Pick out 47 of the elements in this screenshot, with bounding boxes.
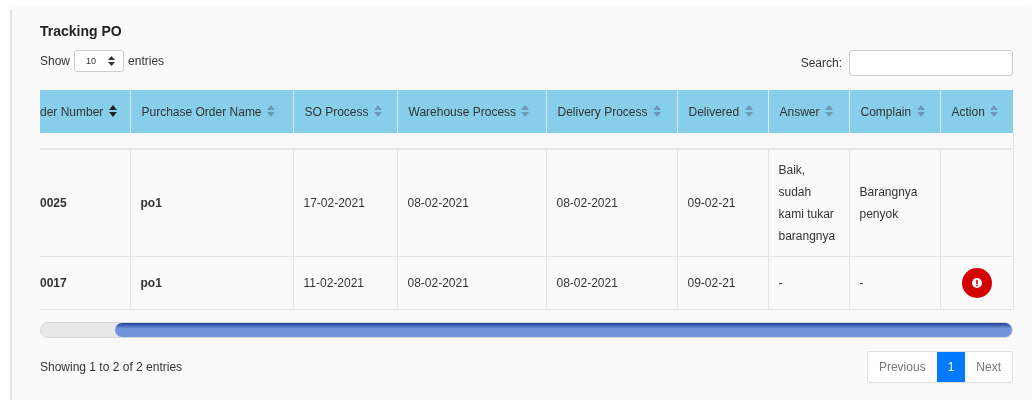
table-cell: Baik, sudah kami tukar barangnya: [768, 149, 849, 257]
table-cell: 17-02-2021: [293, 149, 397, 257]
sort-icon: [744, 104, 753, 117]
sort-icon: [652, 104, 661, 117]
sort-icon: [108, 104, 117, 117]
column-header[interactable]: Action: [940, 90, 1013, 133]
table-cell: 09-02-21: [677, 149, 768, 257]
column-header[interactable]: Warehouse Process: [397, 90, 546, 133]
table-cell: po1: [130, 256, 293, 310]
sort-icon: [824, 104, 833, 117]
column-header[interactable]: Delivered: [677, 90, 768, 133]
entries-select[interactable]: 10: [74, 50, 125, 72]
table-cell: 08-02-2021: [546, 256, 677, 310]
column-header[interactable]: SO Process: [293, 90, 397, 133]
entries-info: Showing 1 to 2 of 2 entries: [40, 360, 183, 374]
column-header[interactable]: Delivery Process: [546, 90, 677, 133]
sort-icon: [266, 104, 275, 117]
column-header[interactable]: Answer: [768, 90, 849, 133]
section-title: Tracking PO: [40, 23, 123, 39]
table-cell: 08-02-2021: [546, 149, 677, 257]
horizontal-scrollbar[interactable]: [40, 322, 1013, 338]
table-cell: 0025: [40, 149, 130, 257]
column-header[interactable]: Purchase Order Name: [130, 90, 293, 133]
table-cell: -: [768, 256, 849, 310]
exclamation-icon: [971, 278, 982, 288]
column-header[interactable]: der Number: [40, 90, 130, 133]
show-label: Show: [40, 54, 71, 68]
table-cell: 09-02-21: [677, 256, 768, 310]
sort-icon: [990, 104, 999, 117]
sort-icon: [916, 104, 925, 117]
table-cell: 08-02-2021: [397, 256, 546, 310]
pagination-button[interactable]: 1: [936, 352, 966, 382]
sort-icon: [521, 104, 530, 117]
sort-icon: [373, 104, 382, 117]
table-cell: po1: [130, 149, 293, 257]
search-label: Search:: [800, 56, 842, 70]
table-cell: Barangnya penyok: [849, 149, 940, 257]
search-field[interactable]: [849, 50, 1013, 76]
table-cell: 0017: [40, 256, 130, 310]
stepper-icon: [108, 56, 116, 66]
table-cell: -: [849, 256, 940, 310]
entries-label: entries: [128, 54, 165, 68]
table-cell: 08-02-2021: [397, 149, 546, 257]
column-header[interactable]: Complain: [849, 90, 940, 133]
table-cell: 11-02-2021: [293, 256, 397, 310]
scrollbar-thumb[interactable]: [115, 323, 1012, 337]
alert-button[interactable]: [961, 268, 992, 298]
